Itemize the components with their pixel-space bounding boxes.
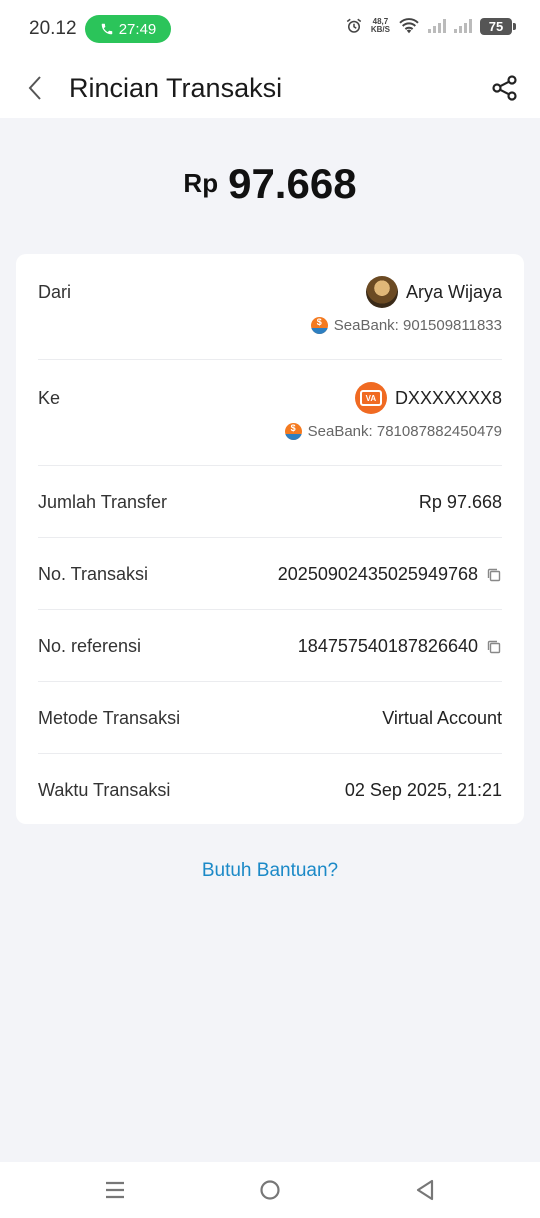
- to-name-group: VA DXXXXXXX8: [354, 382, 502, 414]
- system-nav-bar: [0, 1162, 540, 1218]
- help-link[interactable]: Butuh Bantuan?: [0, 860, 540, 882]
- home-circle-icon: [260, 1180, 280, 1200]
- transaction-no-label: No. Transaksi: [38, 564, 149, 584]
- from-account: SeaBank: 901509811833: [333, 317, 502, 334]
- seabank-icon: $: [310, 317, 328, 334]
- home-button[interactable]: [255, 1176, 285, 1204]
- to-account-group: $ SeaBank: 781087882450479: [284, 423, 502, 440]
- recent-apps-button[interactable]: [100, 1176, 130, 1204]
- page-title: Rincian Transaksi: [69, 73, 283, 103]
- time-label: Waktu Transaksi: [38, 780, 171, 800]
- menu-icon: [106, 1181, 124, 1199]
- avatar: [365, 276, 398, 308]
- to-account: SeaBank: 781087882450479: [307, 423, 502, 440]
- back-button[interactable]: [20, 68, 50, 108]
- from-account-group: $ SeaBank: 901509811833: [310, 317, 502, 334]
- battery-icon: 75: [480, 17, 516, 35]
- status-icons: 48,7 KB/S 75: [345, 17, 516, 35]
- from-label: Dari: [38, 282, 72, 302]
- copy-icon[interactable]: [486, 639, 502, 655]
- detail-row-to: Ke VA DXXXXXXX8 $ SeaBank: 7810878824504…: [38, 360, 502, 466]
- to-name: DXXXXXXX8: [394, 387, 502, 408]
- seabank-icon: $: [284, 423, 302, 440]
- to-label: Ke: [38, 388, 61, 408]
- signal-icon-1: [428, 19, 446, 33]
- wifi-icon: [399, 18, 419, 34]
- transaction-no-value: 20250902435025949768: [277, 564, 478, 584]
- detail-row-amount: Jumlah Transfer Rp 97.668: [38, 466, 502, 538]
- share-icon: [492, 75, 517, 101]
- signal-icon-2: [454, 19, 472, 33]
- system-back-button[interactable]: [410, 1176, 440, 1204]
- reference-no-label: No. referensi: [38, 636, 142, 656]
- from-name-group: Arya Wijaya: [365, 276, 502, 308]
- triangle-back-icon: [416, 1179, 434, 1201]
- time-value: 02 Sep 2025, 21:21: [344, 780, 502, 800]
- method-value: Virtual Account: [382, 708, 502, 728]
- method-label: Metode Transaksi: [38, 708, 181, 728]
- status-bar: 20.12 27:49 48,7 KB/S 75: [0, 0, 540, 58]
- status-time: 20.12: [29, 18, 77, 39]
- amount-label: Jumlah Transfer: [38, 492, 168, 512]
- ongoing-call-pill[interactable]: 27:49: [85, 15, 171, 43]
- detail-row-reference-no: No. referensi 184757540187826640: [38, 610, 502, 682]
- copy-icon[interactable]: [486, 567, 502, 583]
- share-button[interactable]: [488, 68, 522, 108]
- detail-row-time: Waktu Transaksi 02 Sep 2025, 21:21: [38, 754, 502, 824]
- call-timer: 27:49: [118, 20, 157, 38]
- reference-no-value-group: 184757540187826640: [298, 636, 502, 657]
- chevron-left-icon: [28, 76, 41, 100]
- reference-no-value: 184757540187826640: [297, 636, 478, 656]
- alarm-icon: [346, 18, 362, 33]
- transaction-no-value-group: 20250902435025949768: [278, 564, 502, 585]
- detail-row-from: Dari Arya Wijaya $ SeaBank: 901509811833: [38, 254, 502, 360]
- detail-row-transaction-no: No. Transaksi 20250902435025949768: [38, 538, 502, 610]
- app-header: Rincian Transaksi: [0, 58, 540, 118]
- amount-value: 97.668: [228, 160, 357, 207]
- from-name: Arya Wijaya: [405, 281, 502, 302]
- transaction-details-card: Dari Arya Wijaya $ SeaBank: 901509811833…: [16, 254, 524, 824]
- detail-row-method: Metode Transaksi Virtual Account: [38, 682, 502, 754]
- network-speed: 48,7 KB/S: [370, 17, 390, 34]
- virtual-account-icon: VA: [354, 382, 387, 414]
- transaction-amount: Rp 97.668: [0, 160, 540, 208]
- phone-icon: [101, 23, 112, 35]
- amount-currency: Rp: [183, 168, 219, 198]
- amount-detail-value: Rp 97.668: [418, 492, 502, 512]
